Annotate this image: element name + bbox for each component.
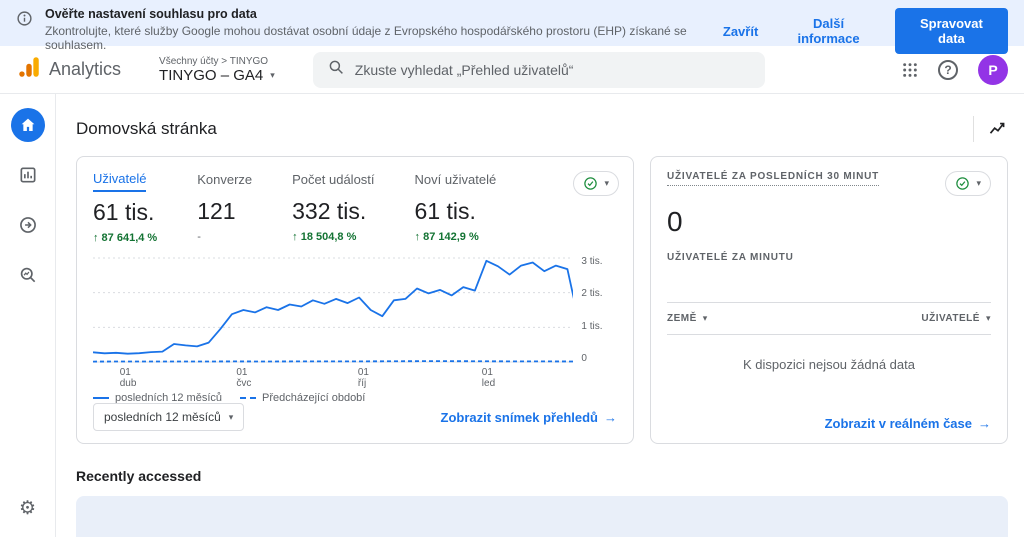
- chevron-down-icon: ▾: [270, 69, 275, 80]
- recently-accessed-title: Recently accessed: [76, 468, 202, 484]
- more-info-button[interactable]: Další informace: [774, 9, 883, 53]
- arrow-right-icon: →: [604, 409, 617, 425]
- metric-value: 332 tis.: [292, 198, 367, 224]
- x-axis-tick: 01 čvc: [236, 367, 252, 389]
- metric-label: Noví uživatelé: [414, 172, 497, 187]
- help-button[interactable]: ?: [938, 59, 958, 80]
- consent-banner: Ověřte nastavení souhlasu pro data Zkont…: [0, 0, 1024, 54]
- bar-chart-icon: [20, 167, 35, 183]
- users-per-minute-label: UŽIVATELÉ ZA MINUTU: [667, 252, 794, 263]
- breadcrumb: Všechny účty > TINYGO: [159, 55, 269, 67]
- sidebar-item-explore[interactable]: [11, 258, 45, 292]
- app-name: Analytics: [49, 59, 122, 79]
- banner-subtitle: Zkontrolujte, které služby Google mohou …: [45, 24, 687, 52]
- close-button[interactable]: Zavřít: [713, 17, 768, 46]
- dashed-line-swatch: [240, 397, 257, 399]
- sidebar-item-admin[interactable]: ⚙: [11, 491, 45, 525]
- metric-tab-users[interactable]: Uživatelé 61 tis. ↑ 87 641,4 %: [93, 171, 157, 244]
- period-selector[interactable]: posledních 12 měsíců ▾: [93, 403, 245, 431]
- apps-grid-button[interactable]: [902, 62, 918, 78]
- chevron-down-icon: ▾: [702, 313, 708, 323]
- y-axis-tick: 1 tis.: [581, 320, 603, 332]
- metric-label: Počet událostí: [292, 172, 375, 187]
- country-column-header[interactable]: ZEMĚ ▾: [667, 313, 708, 324]
- metric-value: 61 tis.: [93, 199, 155, 225]
- metric-value: 121: [197, 198, 236, 224]
- metric-delta: -: [197, 231, 201, 243]
- empty-state-message: K dispozici nejsou žádná data: [742, 357, 915, 372]
- banner-title: Ověřte nastavení souhlasu pro data: [45, 7, 257, 21]
- solid-line-swatch: [93, 397, 109, 399]
- users-line-chart: 3 tis. 2 tis. 1 tis. 0: [93, 256, 617, 364]
- x-axis-labels: 01 dub 01 čvc 01 říj 01 led: [93, 364, 579, 390]
- metric-value: 61 tis.: [414, 198, 476, 224]
- apps-grid-icon: [903, 62, 917, 77]
- info-icon: [16, 10, 33, 52]
- metric-delta: ↑ 18 504,8 %: [292, 231, 357, 243]
- help-icon: ?: [938, 59, 958, 80]
- column-label: UŽIVATELÉ: [921, 313, 980, 324]
- property-name: TINYGO – GA4: [159, 66, 264, 84]
- data-quality-dropdown[interactable]: ▾: [945, 171, 991, 196]
- avatar[interactable]: P: [978, 54, 1008, 85]
- metric-label: Uživatelé: [93, 171, 147, 192]
- property-selector[interactable]: Všechny účty > TINYGO TINYGO – GA4 ▾: [159, 56, 275, 84]
- explore-icon: [20, 267, 35, 283]
- overview-card: Uživatelé 61 tis. ↑ 87 641,4 % Konverze …: [76, 156, 634, 444]
- arrow-right-icon: →: [978, 416, 991, 431]
- search-icon: [327, 58, 345, 81]
- realtime-users-value: 0: [667, 206, 683, 237]
- realtime-report-link[interactable]: Zobrazit v reálném čase →: [825, 416, 991, 431]
- line-chart-plot: [93, 257, 574, 363]
- sidebar-item-advertising[interactable]: [11, 208, 45, 242]
- left-nav: ⚙: [0, 94, 56, 537]
- metric-tab-event-count[interactable]: Počet událostí 332 tis. ↑ 18 504,8 %: [292, 171, 374, 244]
- recently-accessed-card: [76, 496, 1008, 537]
- metric-tab-new-users[interactable]: Noví uživatelé 61 tis. ↑ 87 142,9 %: [415, 171, 497, 244]
- y-axis-labels: 3 tis. 2 tis. 1 tis. 0: [573, 256, 617, 364]
- metric-delta: ↑ 87 641,4 %: [93, 232, 158, 244]
- home-icon: [21, 118, 34, 131]
- divider: [973, 116, 974, 142]
- y-axis-tick: 0: [581, 352, 587, 364]
- chevron-down-icon: ▾: [976, 178, 981, 188]
- page-title: Domovská stránka: [76, 119, 217, 138]
- metric-label: Konverze: [197, 172, 253, 187]
- chevron-down-icon: ▾: [985, 313, 991, 323]
- x-axis-tick: 01 dub: [119, 367, 137, 389]
- users-per-minute-chart: [667, 263, 991, 303]
- x-axis-tick: 01 led: [481, 367, 496, 389]
- link-label: Zobrazit v reálném čase: [824, 416, 972, 431]
- advertising-icon: [19, 217, 36, 233]
- insights-button[interactable]: [988, 119, 1008, 139]
- insights-icon: [989, 122, 1005, 134]
- data-quality-dropdown[interactable]: ▾: [573, 171, 619, 196]
- realtime-title: UŽIVATELÉ ZA POSLEDNÍCH 30 MINUT: [667, 171, 880, 186]
- sidebar-item-reports[interactable]: [11, 158, 45, 192]
- chevron-down-icon: ▾: [604, 178, 609, 188]
- check-circle-icon: [956, 177, 970, 190]
- main-content: Domovská stránka Uživatelé 61 tis. ↑ 87 …: [56, 94, 1024, 537]
- gear-icon: ⚙: [18, 497, 37, 519]
- realtime-card: UŽIVATELÉ ZA POSLEDNÍCH 30 MINUT ▾ 0 UŽI…: [650, 156, 1008, 444]
- reports-snapshot-link[interactable]: Zobrazit snímek přehledů →: [441, 410, 617, 425]
- column-label: ZEMĚ: [667, 313, 697, 324]
- users-column-header[interactable]: UŽIVATELÉ ▾: [921, 313, 991, 324]
- search-bar[interactable]: [312, 51, 765, 88]
- chevron-down-icon: ▾: [228, 411, 234, 422]
- analytics-logo-icon: [16, 54, 42, 85]
- y-axis-tick: 3 tis.: [581, 256, 603, 267]
- link-label: Zobrazit snímek přehledů: [440, 409, 598, 425]
- x-axis-tick: 01 říj: [357, 367, 369, 389]
- metric-delta: ↑ 87 142,9 %: [414, 231, 479, 243]
- sidebar-item-home[interactable]: [10, 108, 45, 142]
- check-circle-icon: [584, 177, 598, 190]
- manage-data-button[interactable]: Spravovat data: [894, 8, 1008, 54]
- metric-tab-conversions[interactable]: Konverze 121 -: [197, 171, 252, 244]
- period-selector-label: posledních 12 měsíců: [104, 410, 221, 424]
- search-input[interactable]: [354, 61, 751, 78]
- y-axis-tick: 2 tis.: [581, 288, 603, 300]
- analytics-logo[interactable]: Analytics: [16, 54, 121, 85]
